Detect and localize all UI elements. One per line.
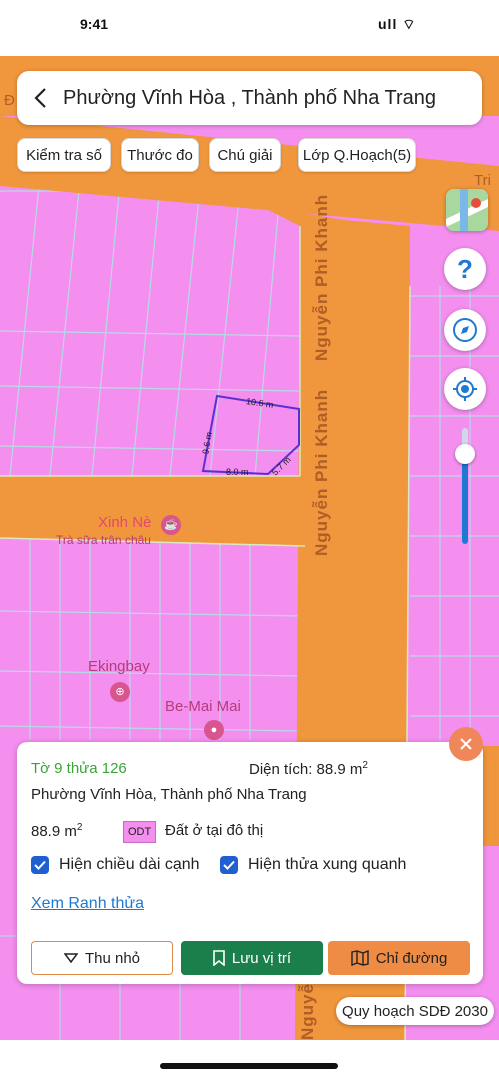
checkbox-neighbors-label: Hiện thửa xung quanh [248,856,407,873]
header-bar: Phường Vĩnh Hòa , Thành phố Nha Trang [17,71,482,125]
collapse-button[interactable]: Thu nhỏ [31,941,173,975]
signal-icon: ull ⌔ [378,16,417,32]
parcel-area-label: Diện tích: 88.9 m2 [249,760,368,778]
checkbox-edge-lengths-label: Hiện chiều dài cạnh [59,856,200,873]
chevron-left-icon [34,88,46,108]
map-type-button[interactable] [446,189,488,231]
checkbox-checked-icon[interactable] [220,856,238,874]
chip-legend[interactable]: Chú giải [209,138,281,172]
chip-check-number[interactable]: Kiểm tra số [17,138,111,172]
poi-cafe-icon[interactable]: ☕ [161,515,181,535]
status-bar: 9:41 ull ⌔ [0,0,499,56]
save-location-label: Lưu vị trí [231,949,292,967]
land-type: Đất ở tại đô thị [165,822,264,839]
land-code-badge: ODT [123,821,157,843]
parcel-info-card: Tờ 9 thửa 126 Diện tích: 88.9 m2 Phường … [17,742,483,984]
poi-store-icon[interactable]: ● [204,720,224,740]
close-icon [460,738,472,750]
close-card-button[interactable] [449,727,483,761]
planning-layer-pill[interactable]: Quy hoạch SDĐ 2030 [336,997,494,1025]
poi-name-ekingbay[interactable]: Ekingbay [88,658,150,675]
parcel-id: Tờ 9 thửa 126 [31,760,127,777]
directions-button[interactable]: Chỉ đường [328,941,470,975]
road-label-upper: Nguyễn Phi Khanh [312,193,331,361]
poi-shop-icon[interactable]: ⊕ [110,682,130,702]
map-icon [351,950,369,966]
help-button[interactable]: ? [444,248,486,290]
status-time: 9:41 [80,16,109,32]
checkbox-neighbors[interactable]: Hiện thửa xung quanh [220,856,406,874]
edge-label-top-left: Đ [4,92,15,109]
compass-icon [453,318,477,342]
page-title: Phường Vĩnh Hòa , Thành phố Nha Trang [63,86,437,109]
app-screen: 9:41 ull ⌔ 10.6 m 9.6 m 8.0 m 5.7 m Nguy… [0,0,499,1080]
locate-button[interactable] [444,368,486,410]
crosshair-icon [453,377,477,401]
checkbox-edge-lengths[interactable]: Hiện chiều dài cạnh [31,856,200,874]
road-label-lower: Nguyễn Phi Khanh [312,388,331,556]
save-location-button[interactable]: Lưu vị trí [181,941,323,975]
home-indicator[interactable] [160,1063,338,1069]
poi-sub-xinh-ne: Trà sữa trân châu [56,533,151,547]
map-layer-icon [446,189,488,231]
edge-label-top-right: Tri [474,172,491,189]
system-nav-bar [0,1040,499,1080]
chip-planning-layer[interactable]: Lớp Q.Hoạch(5) [298,138,416,172]
back-button[interactable] [17,71,63,125]
checkbox-checked-icon[interactable] [31,856,49,874]
view-boundary-link[interactable]: Xem Ranh thửa [31,895,144,913]
compass-button[interactable] [444,309,486,351]
zoom-slider-fill [462,456,468,544]
directions-label: Chỉ đường [375,949,448,967]
parcel-ward: Phường Vĩnh Hòa, Thành phố Nha Trang [31,786,307,803]
collapse-button-label: Thu nhỏ [84,949,141,967]
parcel-edge-bottom: 8.0 m [226,467,249,477]
bookmark-icon [213,950,225,966]
chip-measure[interactable]: Thước đo [121,138,199,172]
help-icon: ? [457,253,473,284]
triangle-down-icon [63,953,78,963]
poi-name-xinh-ne[interactable]: Xinh Nè [98,514,151,531]
parcel-area-value: 88.9 m2 [31,822,83,840]
zoom-slider-thumb[interactable] [455,444,475,464]
poi-name-be-mai-mai[interactable]: Be-Mai Mai [165,698,241,715]
